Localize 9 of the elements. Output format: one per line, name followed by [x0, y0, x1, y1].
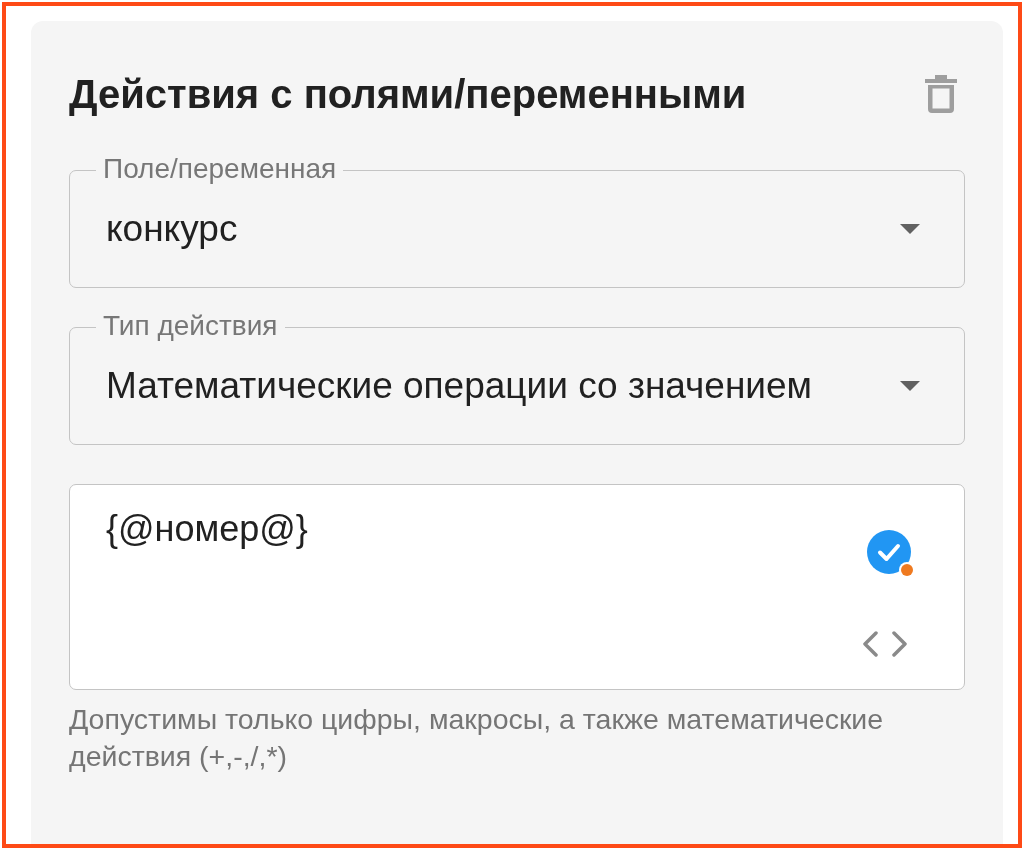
trash-icon[interactable] [925, 75, 957, 113]
caret-icon [900, 224, 920, 234]
check-badge-icon[interactable] [867, 530, 915, 578]
panel-title: Действия с полями/переменными [69, 71, 747, 117]
code-icon[interactable] [862, 631, 908, 657]
caret-icon [900, 381, 920, 391]
helper-text: Допустимы только цифры, макросы, а также математические действия (+,-,/,*) [69, 702, 885, 774]
expression-field[interactable]: {@номер@} [69, 484, 965, 690]
field-label: Тип действия [96, 311, 285, 341]
